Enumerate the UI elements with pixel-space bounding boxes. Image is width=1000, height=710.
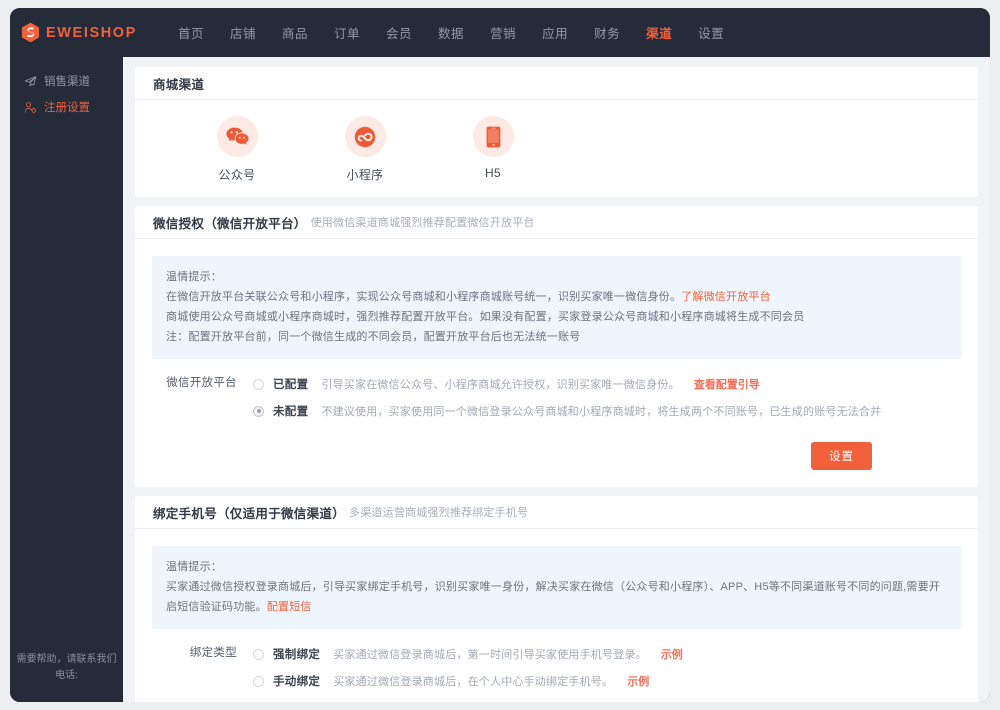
sidebar-item-sales-channels[interactable]: 销售渠道 xyxy=(10,68,123,94)
app-shell: EWEISHOP 首页 店铺 商品 订单 会员 数据 营销 应用 财务 渠道 设… xyxy=(10,8,990,702)
tip-line-1: 在微信开放平台关联公众号和小程序，实现公众号商城和小程序商城账号统一，识别买家唯… xyxy=(166,287,947,307)
phone-binding-subtitle: 多渠道运营商城强烈推荐绑定手机号 xyxy=(349,507,529,519)
nav-item-finance[interactable]: 财务 xyxy=(581,8,633,57)
view-config-guide-link[interactable]: 查看配置引导 xyxy=(694,376,760,392)
nav-item-apps[interactable]: 应用 xyxy=(529,8,581,57)
sidebar-item-label: 销售渠道 xyxy=(44,76,90,88)
phone-binding-header: 绑定手机号（仅适用于微信渠道） 多渠道运营商城强烈推荐绑定手机号 xyxy=(135,496,978,529)
radio-option-configured[interactable]: 已配置 引导买家在微信公众号、小程序商城允许授权，识别买家唯一微信身份。 查看配… xyxy=(253,376,881,392)
nav-item-settings[interactable]: 设置 xyxy=(685,8,737,57)
binding-type-field-row: 绑定类型 强制绑定 买家通过微信登录商城后，第一时间引导买家使用手机号登录。 示… xyxy=(135,645,978,702)
channel-tile-h5[interactable]: H5 xyxy=(453,116,533,183)
forced-binding-example-link[interactable]: 示例 xyxy=(661,646,683,662)
nav-item-channels[interactable]: 渠道 xyxy=(633,8,685,57)
radio-indicator xyxy=(253,405,264,417)
tip-line-1-text: 在微信开放平台关联公众号和小程序，实现公众号商城和小程序商城账号统一，识别买家唯… xyxy=(166,291,682,303)
mall-channels-title: 商城渠道 xyxy=(153,77,205,92)
wechat-icon xyxy=(225,127,249,145)
nav-item-list: 首页 店铺 商品 订单 会员 数据 营销 应用 财务 渠道 设置 xyxy=(165,8,737,57)
radio-description: 买家通过微信登录商城后，第一时间引导买家使用手机号登录。 xyxy=(333,649,647,661)
tip-heading: 温情提示： xyxy=(166,271,222,283)
radio-description: 不建议使用，同时运营多个渠道商城时，无法通过手机号识别买家唯一身份。 xyxy=(321,700,702,702)
brand-name: EWEISHOP xyxy=(46,24,137,41)
radio-indicator xyxy=(253,378,264,390)
mall-channels-card: 商城渠道 公众号 小程序 H5 xyxy=(135,67,978,197)
radio-indicator xyxy=(253,675,264,687)
channel-tile-label: 小程序 xyxy=(346,168,384,182)
phone-binding-tip-box: 温情提示： 买家通过微信授权登录商城后，引导买家绑定手机号，识别买家唯一身份，解… xyxy=(152,546,961,629)
wechat-auth-settings-button[interactable]: 设置 xyxy=(811,442,872,470)
help-line-1: 需要帮助，请联系我们 xyxy=(16,654,117,665)
tip-line-2: 商城使用公众号商城或小程序商城时，强烈推荐配置开放平台。如果没有配置，买家登录公… xyxy=(166,311,805,323)
configure-sms-link[interactable]: 配置短信 xyxy=(267,601,312,613)
nav-item-data[interactable]: 数据 xyxy=(425,8,477,57)
channel-tile-mini-program[interactable]: 小程序 xyxy=(325,116,405,183)
help-line-2: 电话: xyxy=(55,670,78,681)
tile-icon-wrapper xyxy=(344,116,386,157)
nav-item-marketing[interactable]: 营销 xyxy=(477,8,529,57)
radio-label: 已配置 xyxy=(273,379,309,391)
sidebar-item-registration-settings[interactable]: 注册设置 xyxy=(10,94,123,120)
radio-label: 强制绑定 xyxy=(273,649,321,661)
open-platform-field-label: 微信开放平台 xyxy=(166,377,237,389)
sidebar: 销售渠道 注册设置 需要帮助，请联系我们 电话: xyxy=(10,57,123,702)
main-content: 商城渠道 公众号 小程序 H5 微信授权（微信开放平台） 使用微信渠道商城强烈推… xyxy=(123,57,990,702)
radio-description: 不建议使用，买家使用同一个微信登录公众号商城和小程序商城时，将生成两个不同账号，… xyxy=(321,406,882,418)
phone-binding-card: 绑定手机号（仅适用于微信渠道） 多渠道运营商城强烈推荐绑定手机号 温情提示： 买… xyxy=(135,496,978,702)
radio-option-manual-binding[interactable]: 手动绑定 买家通过微信登录商城后，在个人中心手动绑定手机号。 示例 xyxy=(253,673,702,689)
nav-item-orders[interactable]: 订单 xyxy=(321,8,373,57)
brand-logo[interactable]: EWEISHOP xyxy=(21,22,137,43)
binding-type-radio-group: 强制绑定 买家通过微信登录商城后，第一时间引导买家使用手机号登录。 示例 手动绑… xyxy=(253,645,702,702)
open-platform-radio-group: 已配置 引导买家在微信公众号、小程序商城允许授权，识别买家唯一微信身份。 查看配… xyxy=(253,375,881,419)
wechat-auth-card: 微信授权（微信开放平台） 使用微信渠道商城强烈推荐配置微信开放平台 温情提示： … xyxy=(135,206,978,487)
open-platform-field-row: 微信开放平台 已配置 引导买家在微信公众号、小程序商城允许授权，识别买家唯一微信… xyxy=(135,375,978,419)
radio-indicator xyxy=(253,648,264,660)
sidebar-item-label: 注册设置 xyxy=(44,102,90,114)
channel-tile-list: 公众号 小程序 H5 xyxy=(135,100,978,197)
learn-open-platform-link[interactable]: 了解微信开放平台 xyxy=(681,291,771,303)
wechat-auth-action-row: 设置 xyxy=(135,429,978,487)
paper-plane-icon xyxy=(24,75,37,86)
mall-channels-header: 商城渠道 xyxy=(135,67,978,100)
wechat-auth-subtitle: 使用微信渠道商城强烈推荐配置微信开放平台 xyxy=(310,217,535,229)
app-root: EWEISHOP 首页 店铺 商品 订单 会员 数据 营销 应用 财务 渠道 设… xyxy=(0,0,1000,710)
tip-line-3: 注：配置开放平台前，同一个微信生成的不同会员，配置开放平台后也无法统一账号 xyxy=(166,331,581,343)
channel-tile-label: 公众号 xyxy=(218,168,256,182)
radio-option-disabled[interactable]: 不启用 不建议使用，同时运营多个渠道商城时，无法通过手机号识别买家唯一身份。 xyxy=(253,700,702,702)
manual-binding-example-link[interactable]: 示例 xyxy=(627,673,649,689)
wechat-auth-title: 微信授权（微信开放平台） xyxy=(153,216,307,231)
tile-icon-wrapper xyxy=(216,116,258,157)
channel-tile-official-account[interactable]: 公众号 xyxy=(197,116,277,183)
hexagon-swoosh-logo-icon xyxy=(21,22,40,43)
radio-label: 不启用 xyxy=(273,700,308,702)
nav-item-members[interactable]: 会员 xyxy=(373,8,425,57)
binding-type-field-label: 绑定类型 xyxy=(189,647,237,659)
radio-option-not-configured[interactable]: 未配置 不建议使用，买家使用同一个微信登录公众号商城和小程序商城时，将生成两个不… xyxy=(253,403,881,419)
radio-label: 未配置 xyxy=(273,406,309,418)
radio-option-forced-binding[interactable]: 强制绑定 买家通过微信登录商城后，第一时间引导买家使用手机号登录。 示例 xyxy=(253,646,702,662)
phone-binding-form: 绑定类型 强制绑定 买家通过微信登录商城后，第一时间引导买家使用手机号登录。 示… xyxy=(135,629,978,702)
wechat-auth-form: 微信开放平台 已配置 引导买家在微信公众号、小程序商城允许授权，识别买家唯一微信… xyxy=(135,359,978,487)
phone-binding-title: 绑定手机号（仅适用于微信渠道） xyxy=(153,506,346,521)
wechat-auth-tip-box: 温情提示： 在微信开放平台关联公众号和小程序，实现公众号商城和小程序商城账号统一… xyxy=(152,256,961,359)
channel-tile-label: H5 xyxy=(485,166,501,180)
tip-heading: 温情提示： xyxy=(166,561,222,573)
radio-description: 买家通过微信登录商城后，在个人中心手动绑定手机号。 xyxy=(333,676,614,688)
wechat-auth-header: 微信授权（微信开放平台） 使用微信渠道商城强烈推荐配置微信开放平台 xyxy=(135,206,978,239)
sidebar-help-text: 需要帮助，请联系我们 电话: xyxy=(10,652,123,684)
nav-item-products[interactable]: 商品 xyxy=(269,8,321,57)
top-navigation-bar: EWEISHOP 首页 店铺 商品 订单 会员 数据 营销 应用 财务 渠道 设… xyxy=(10,8,990,57)
mobile-phone-icon xyxy=(486,126,500,147)
radio-description: 引导买家在微信公众号、小程序商城允许授权，识别买家唯一微信身份。 xyxy=(321,379,680,391)
tile-icon-wrapper xyxy=(472,116,514,157)
user-settings-icon xyxy=(24,101,37,113)
radio-label: 手动绑定 xyxy=(273,676,321,688)
nav-item-home[interactable]: 首页 xyxy=(165,8,217,57)
tip-line-1: 买家通过微信授权登录商城后，引导买家绑定手机号，识别买家唯一身份，解决买家在微信… xyxy=(166,577,947,617)
nav-item-store[interactable]: 店铺 xyxy=(217,8,269,57)
mini-program-icon xyxy=(354,126,376,147)
